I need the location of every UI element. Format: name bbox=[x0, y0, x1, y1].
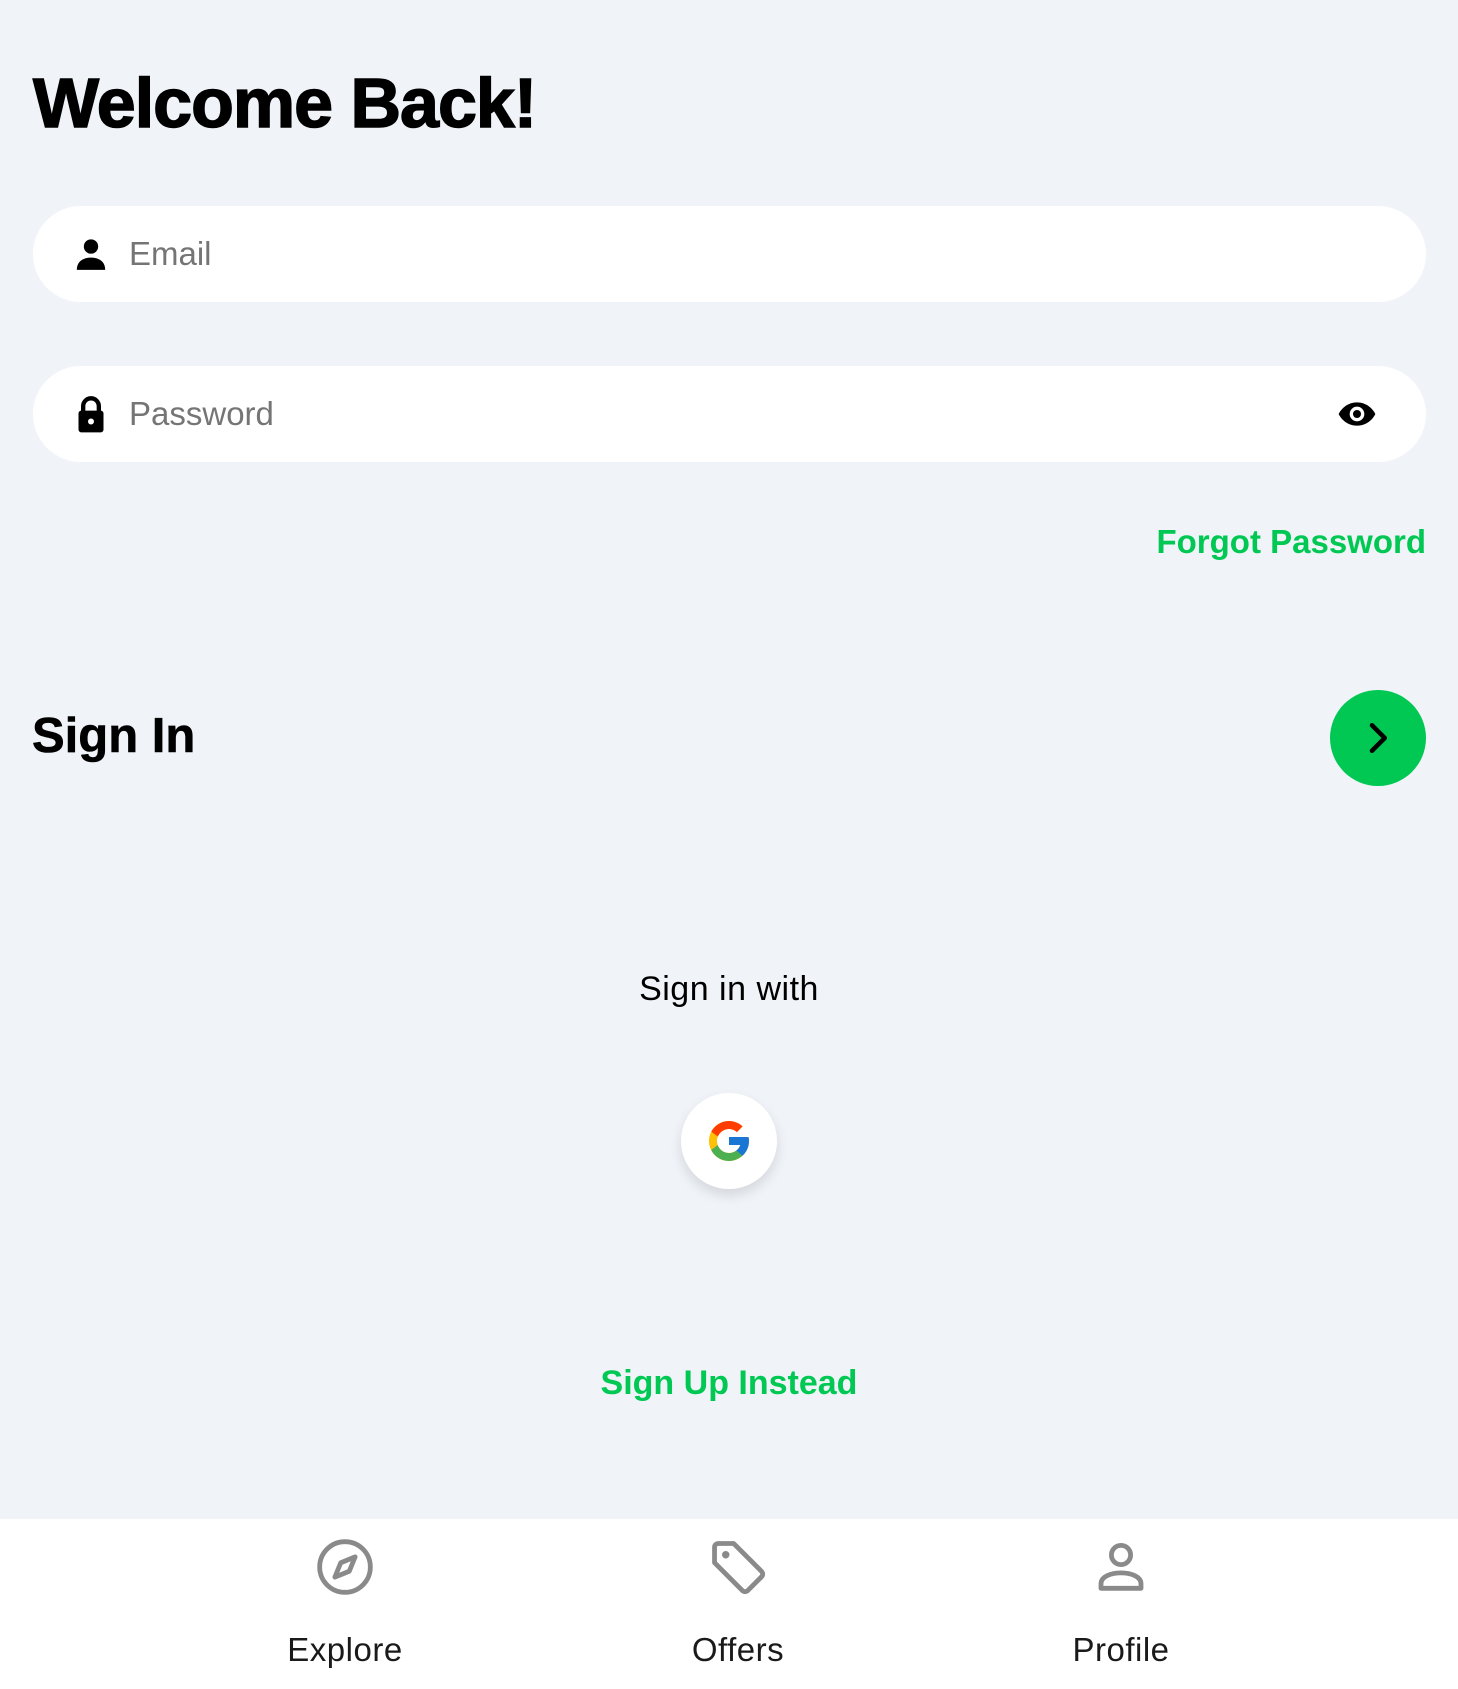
password-field[interactable] bbox=[33, 366, 1426, 462]
password-input[interactable] bbox=[129, 366, 1309, 462]
chevron-right-icon bbox=[1369, 723, 1387, 753]
sign-in-button[interactable] bbox=[1330, 690, 1426, 786]
sign-up-link[interactable]: Sign Up Instead bbox=[0, 1364, 1458, 1403]
google-sign-in-button[interactable] bbox=[681, 1093, 777, 1189]
nav-label-offers: Offers bbox=[691, 1631, 785, 1668]
forgot-password-link[interactable]: Forgot Password bbox=[1156, 523, 1426, 561]
email-field[interactable] bbox=[33, 206, 1426, 302]
nav-item-profile[interactable]: Profile bbox=[971, 1519, 1271, 1689]
sign-in-label: Sign In bbox=[32, 709, 196, 764]
person-icon bbox=[76, 239, 106, 270]
tag-icon bbox=[712, 1541, 766, 1595]
person-outline-icon bbox=[1098, 1543, 1144, 1591]
page-title: Welcome Back! bbox=[32, 63, 538, 143]
nav-item-offers[interactable]: Offers bbox=[588, 1519, 888, 1689]
email-input[interactable] bbox=[129, 206, 1309, 302]
bottom-nav: Explore Offers Profile bbox=[0, 1519, 1458, 1689]
nav-label-explore: Explore bbox=[287, 1631, 403, 1668]
lock-icon bbox=[78, 396, 104, 433]
eye-icon[interactable] bbox=[1334, 394, 1380, 434]
nav-label-profile: Profile bbox=[1072, 1631, 1170, 1668]
google-icon bbox=[709, 1121, 749, 1161]
compass-icon bbox=[317, 1539, 373, 1595]
nav-item-explore[interactable]: Explore bbox=[195, 1519, 495, 1689]
sign-in-with-label: Sign in with bbox=[639, 970, 819, 1008]
